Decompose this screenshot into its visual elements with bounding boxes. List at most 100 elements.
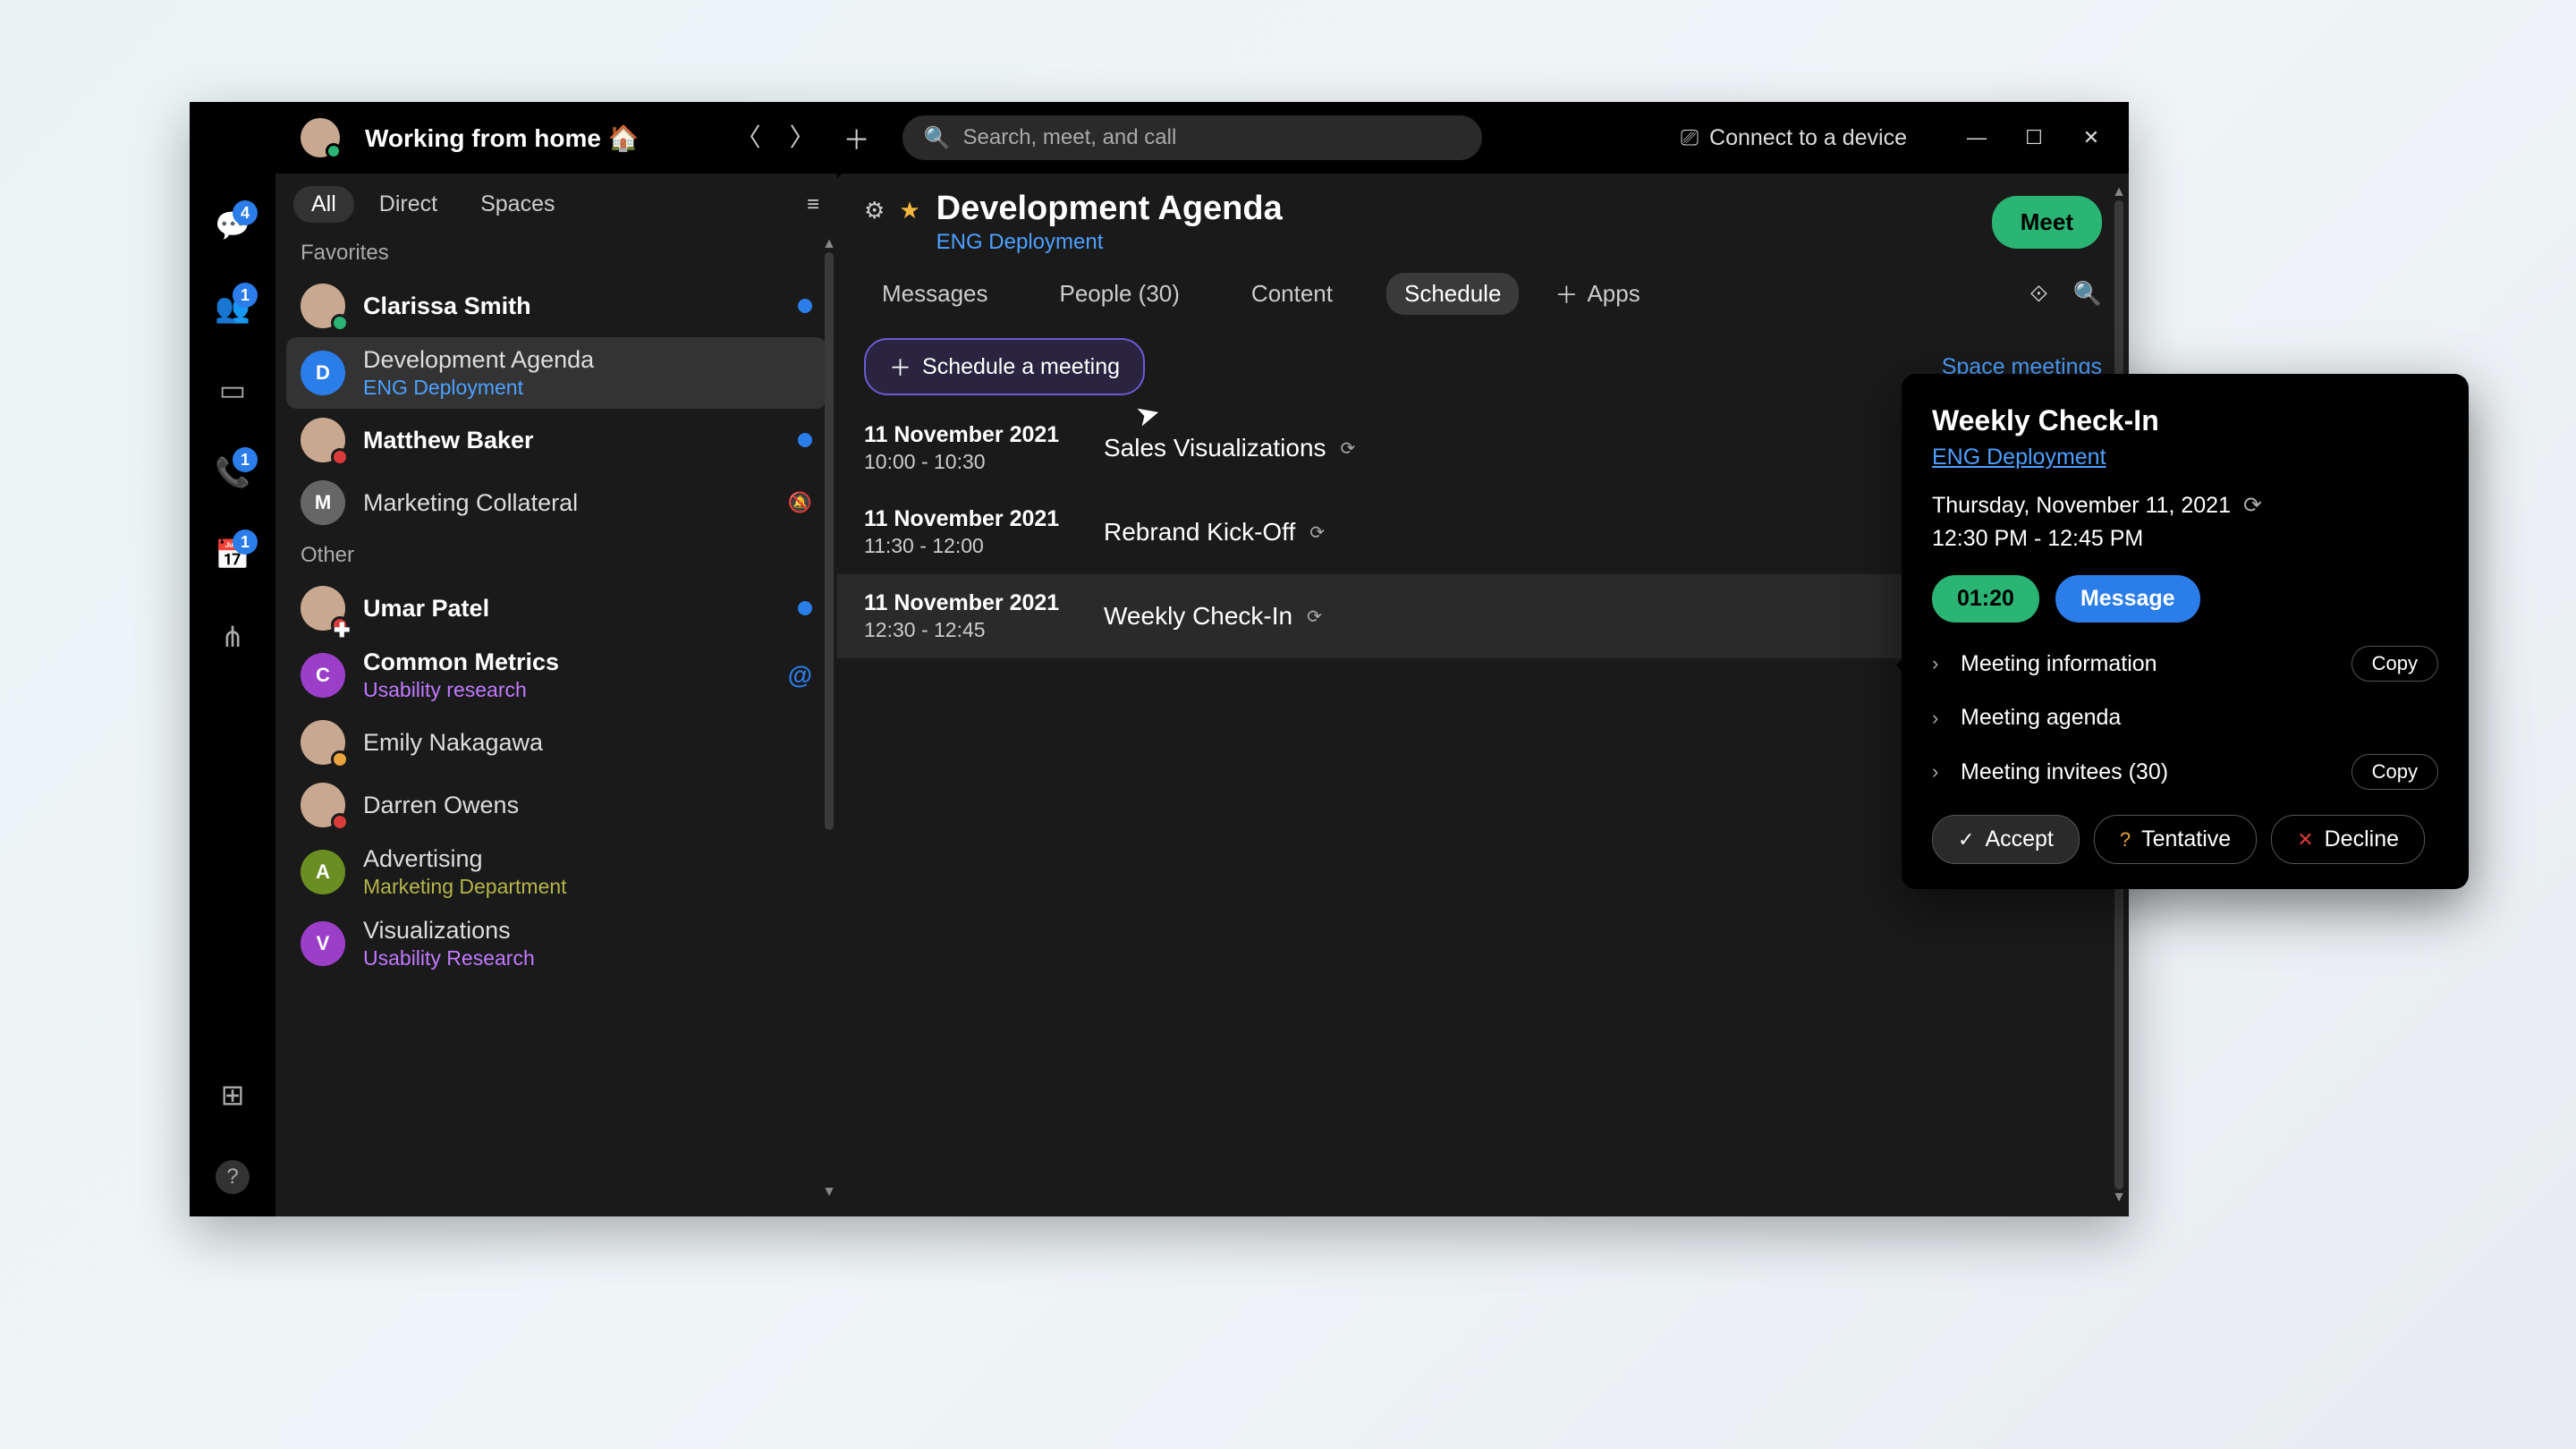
connect-device-button[interactable]: ⎚ Connect to a device — [1681, 125, 1907, 151]
expand-meeting-agenda[interactable]: › Meeting agenda — [1932, 705, 2438, 731]
presence-icon — [331, 314, 349, 332]
tab-messages[interactable]: Messages — [864, 273, 1006, 315]
meeting-agenda-label: Meeting agenda — [1961, 705, 2121, 731]
presence-indicator-icon — [326, 143, 342, 159]
search-input[interactable]: 🔍 Search, meet, and call — [902, 115, 1482, 160]
user-avatar[interactable] — [301, 118, 340, 157]
meeting-date: 11 November 2021 — [864, 590, 1061, 616]
chat-item-visualizations[interactable]: V Visualizations Usability Research — [286, 908, 826, 979]
accept-button[interactable]: ✓ Accept — [1932, 815, 2080, 864]
countdown-pill[interactable]: 01:20 — [1932, 575, 2039, 623]
check-icon: ✓ — [1958, 828, 1974, 852]
scroll-down-icon[interactable]: ▼ — [2112, 1190, 2126, 1206]
rail-help-icon[interactable]: ? — [215, 1159, 250, 1195]
pin-icon[interactable]: ⟐ — [2029, 280, 2048, 309]
meeting-time: 12:30 - 12:45 — [864, 618, 1061, 642]
rail-calendar-icon[interactable]: 📅 1 — [215, 537, 250, 572]
rail-apps-icon[interactable]: ⊞ — [215, 1077, 250, 1113]
tentative-button[interactable]: ? Tentative — [2094, 815, 2257, 864]
chat-item-matthew[interactable]: Matthew Baker — [286, 409, 826, 471]
popover-space-link[interactable]: ENG Deployment — [1932, 445, 2438, 470]
avatar — [301, 720, 345, 765]
unread-indicator-icon — [798, 433, 812, 447]
tab-content[interactable]: Content — [1233, 273, 1351, 315]
chat-item-common-metrics[interactable]: C Common Metrics Usability research @ — [286, 640, 826, 711]
rail-chat-icon[interactable]: 💬 4 — [215, 208, 250, 243]
meeting-title: Rebrand Kick-Off — [1104, 518, 1295, 547]
rail-teams-icon[interactable]: 👥 1 — [215, 290, 250, 326]
chevron-right-icon: › — [1932, 652, 1948, 675]
plus-icon: ＋ — [1555, 277, 1578, 310]
space-subtitle[interactable]: ENG Deployment — [936, 230, 1283, 255]
chat-subtitle: ENG Deployment — [363, 376, 812, 400]
rail-chat-badge: 4 — [233, 200, 258, 225]
popover-time: 12:30 PM - 12:45 PM — [1932, 526, 2438, 552]
chat-title: Marketing Collateral — [363, 489, 770, 517]
tab-add-apps[interactable]: ＋ Apps — [1555, 277, 1640, 310]
filter-direct[interactable]: Direct — [361, 186, 455, 223]
recurring-icon: ⟳ — [1341, 437, 1356, 460]
plus-icon: ＋ — [889, 351, 911, 383]
status-text[interactable]: Working from home 🏠 — [365, 123, 640, 153]
avatar: ✚ — [301, 586, 345, 631]
copy-button[interactable]: Copy — [2351, 646, 2438, 682]
avatar: D — [301, 351, 345, 395]
avatar: A — [301, 850, 345, 894]
new-chat-icon[interactable]: ＋ — [843, 118, 870, 157]
space-title: Development Agenda — [936, 190, 1283, 228]
chat-title: Visualizations — [363, 917, 812, 945]
sidebar-scrollbar[interactable]: ▲ ▼ — [823, 236, 835, 1200]
rail-teams-badge: 1 — [233, 283, 258, 308]
chat-item-development-agenda[interactable]: D Development Agenda ENG Deployment — [286, 337, 826, 409]
nav-back-icon[interactable]: 〈 — [736, 118, 761, 157]
app-window: Working from home 🏠 〈 〉 ＋ 🔍 Search, meet… — [190, 102, 2129, 1216]
search-in-space-icon[interactable]: 🔍 — [2073, 280, 2102, 309]
decline-button[interactable]: ✕ Decline — [2271, 815, 2425, 864]
chat-item-darren[interactable]: Darren Owens — [286, 774, 826, 836]
minimize-button[interactable]: — — [1957, 118, 1996, 157]
maximize-button[interactable]: ☐ — [2014, 118, 2054, 157]
popover-title: Weekly Check-In — [1932, 404, 2438, 437]
chat-item-emily[interactable]: Emily Nakagawa — [286, 711, 826, 774]
decline-label: Decline — [2325, 826, 2399, 852]
chat-item-advertising[interactable]: A Advertising Marketing Department — [286, 836, 826, 908]
chat-item-marketing-collateral[interactable]: M Marketing Collateral 🔕 — [286, 471, 826, 534]
filter-spaces[interactable]: Spaces — [462, 186, 572, 223]
filter-all[interactable]: All — [293, 186, 354, 223]
recurring-icon: ⟳ — [1307, 606, 1322, 628]
copy-button[interactable]: Copy — [2351, 754, 2438, 790]
rail-contacts-icon[interactable]: ▭ — [215, 372, 250, 408]
device-icon: ⎚ — [1681, 125, 1699, 151]
message-button[interactable]: Message — [2055, 575, 2200, 623]
close-button[interactable]: ✕ — [2072, 118, 2111, 157]
scroll-up-icon[interactable]: ▲ — [2112, 184, 2126, 200]
rail-activity-icon[interactable]: ⋔ — [215, 619, 250, 655]
avatar: C — [301, 653, 345, 698]
chat-sidebar: All Direct Spaces ≡ Favorites Clarissa S… — [275, 102, 837, 1216]
schedule-meeting-button[interactable]: ＋ Schedule a meeting — [864, 338, 1145, 395]
apps-label: Apps — [1587, 280, 1640, 308]
presence-icon — [331, 813, 349, 831]
chevron-right-icon: › — [1932, 760, 1948, 784]
meet-button[interactable]: Meet — [1992, 196, 2102, 249]
rail-calls-badge: 1 — [233, 447, 258, 472]
gear-icon[interactable]: ⚙ — [864, 197, 885, 225]
tab-schedule[interactable]: Schedule — [1386, 273, 1519, 315]
search-placeholder: Search, meet, and call — [963, 125, 1177, 150]
expand-meeting-invitees[interactable]: › Meeting invitees (30) Copy — [1932, 754, 2438, 790]
star-icon[interactable]: ★ — [899, 197, 919, 225]
filter-settings-icon[interactable]: ≡ — [807, 192, 819, 217]
scroll-up-icon[interactable]: ▲ — [822, 236, 836, 252]
avatar: M — [301, 480, 345, 525]
tentative-label: Tentative — [2141, 826, 2231, 852]
nav-forward-icon[interactable]: 〉 — [790, 118, 815, 157]
chat-item-umar[interactable]: ✚ Umar Patel — [286, 577, 826, 640]
chat-item-clarissa[interactable]: Clarissa Smith — [286, 275, 826, 337]
x-icon: ✕ — [2297, 828, 2313, 852]
tab-people[interactable]: People (30) — [1042, 273, 1198, 315]
scroll-down-icon[interactable]: ▼ — [822, 1184, 836, 1200]
mention-icon: @ — [788, 661, 812, 690]
rail-calls-icon[interactable]: 📞 1 — [215, 454, 250, 490]
expand-meeting-info[interactable]: › Meeting information Copy — [1932, 646, 2438, 682]
meeting-date: 11 November 2021 — [864, 422, 1061, 448]
